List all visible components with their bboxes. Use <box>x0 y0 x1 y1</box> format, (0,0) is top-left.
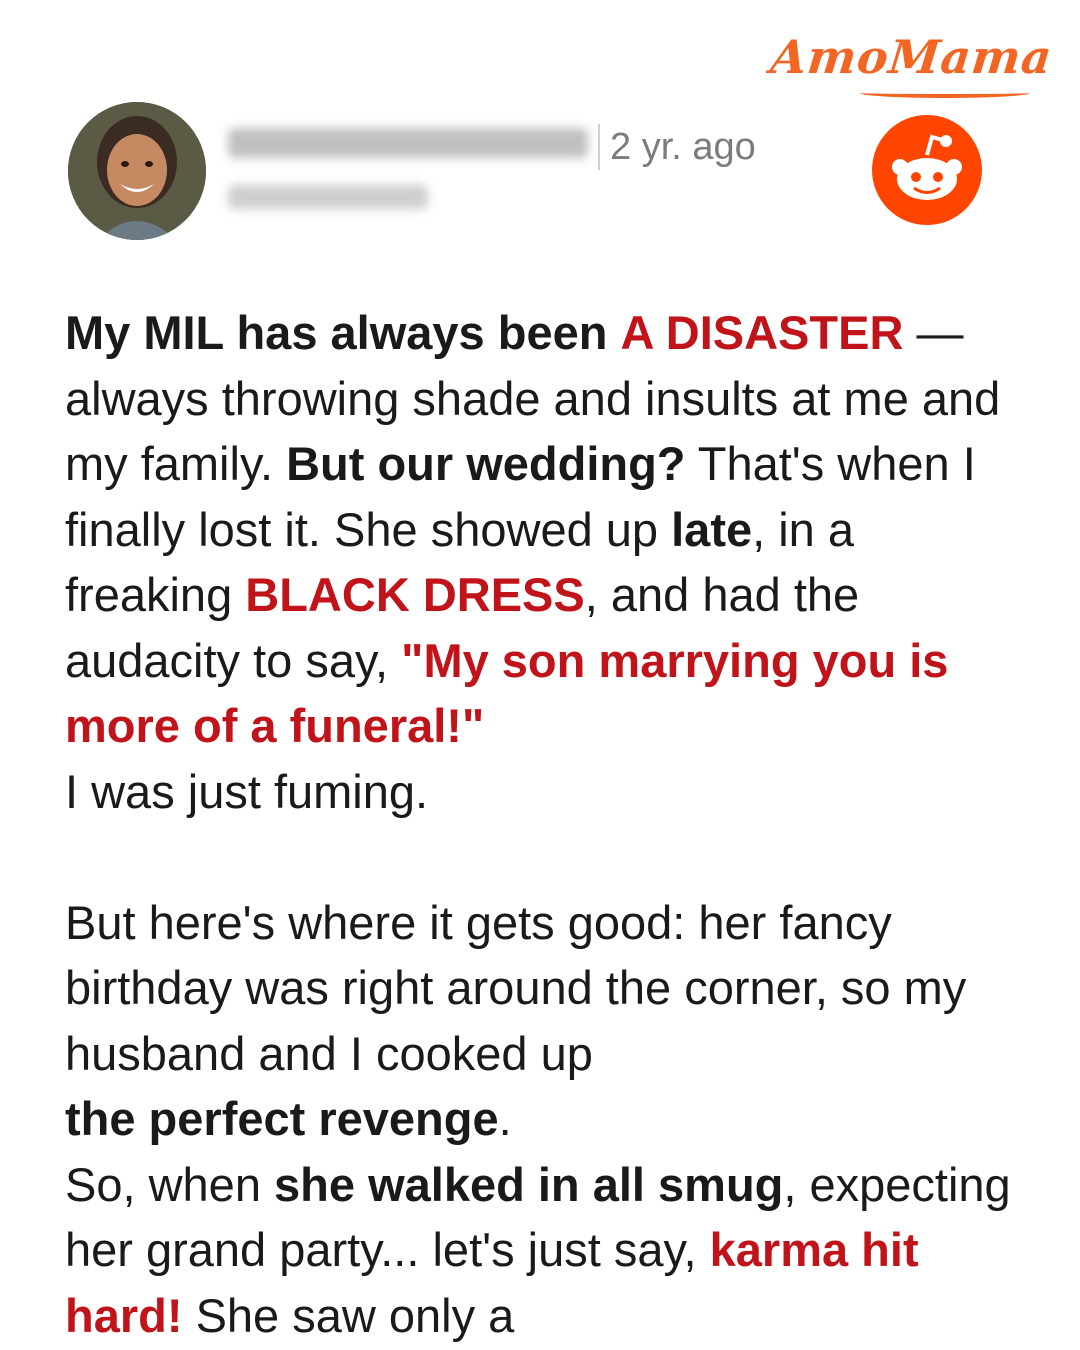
reddit-icon <box>872 115 982 225</box>
post-body: My MIL has always been A DISASTER —alway… <box>65 300 1025 1348</box>
text-plain: So, when <box>65 1157 261 1211</box>
post-paragraph-1: My MIL has always been A DISASTER —alway… <box>65 300 1025 824</box>
text-bold: late <box>671 502 753 556</box>
text-bold: My MIL has always been <box>65 306 608 359</box>
text-highlight: BLACK DRESS <box>245 568 585 621</box>
username-blurred[interactable] <box>228 128 588 158</box>
logo-swoosh <box>860 88 1030 98</box>
text-highlight: A DISASTER <box>620 306 904 359</box>
post-paragraph-2: But here's where it gets good: her fancy… <box>65 890 1025 1349</box>
avatar[interactable] <box>68 102 206 240</box>
subtitle-blurred <box>228 185 428 209</box>
avatar-photo <box>68 102 206 240</box>
text-bold: the perfect revenge <box>65 1092 499 1145</box>
text-plain: But here's where it gets good: her fancy… <box>65 895 967 1080</box>
text-bold: But our wedding? <box>286 437 686 490</box>
text-plain: She saw only a <box>195 1288 515 1342</box>
text-plain: I was just fuming. <box>65 764 429 818</box>
post-timestamp: 2 yr. ago <box>598 124 756 170</box>
text-bold: she walked in all smug <box>274 1157 784 1211</box>
text-plain: . <box>498 1092 512 1145</box>
amomama-logo: AmoMama <box>767 30 1055 84</box>
